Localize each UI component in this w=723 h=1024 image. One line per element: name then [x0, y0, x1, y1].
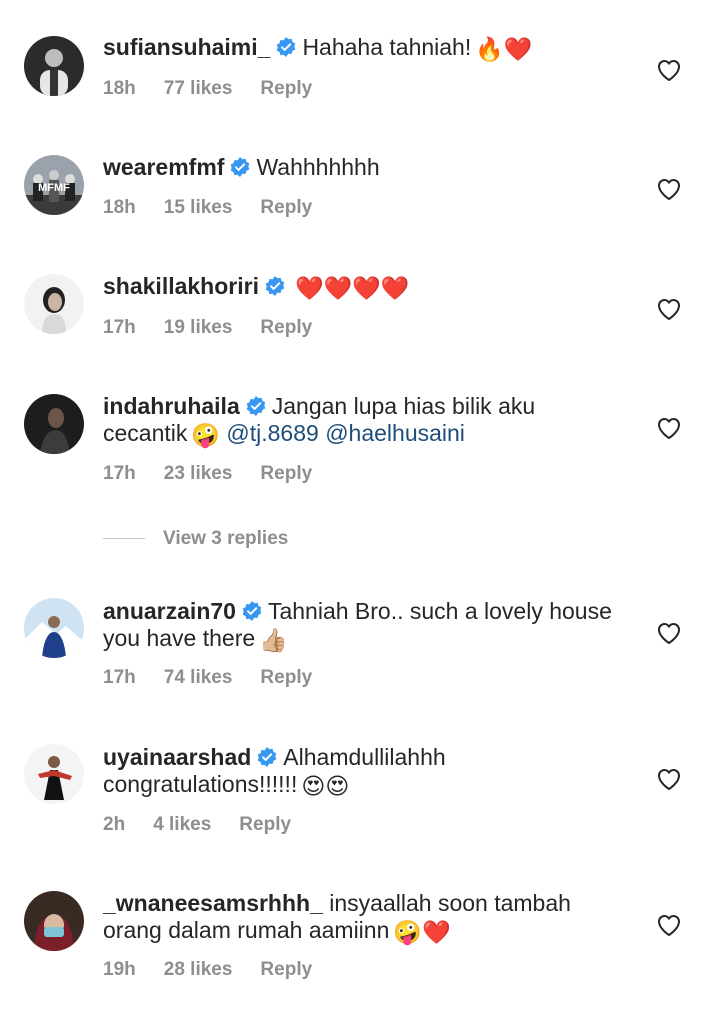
avatar-text: MFMF: [38, 182, 70, 194]
reply-button[interactable]: Reply: [239, 814, 291, 835]
heart-outline-icon[interactable]: [656, 297, 682, 321]
avatar[interactable]: [24, 274, 84, 334]
reply-button[interactable]: Reply: [260, 78, 312, 99]
view-replies-button[interactable]: View 3 replies: [103, 528, 288, 550]
heart-outline-icon[interactable]: [656, 58, 682, 82]
comment-emojis: 🔥❤️: [475, 36, 533, 62]
avatar[interactable]: [24, 36, 84, 96]
comment-time: 17h: [103, 667, 136, 688]
comment-time: 18h: [103, 197, 136, 218]
avatar[interactable]: MFMF: [24, 155, 84, 215]
avatar[interactable]: [24, 394, 84, 454]
comment-text: Hahaha tahniah!: [302, 34, 472, 60]
heart-outline-icon[interactable]: [656, 621, 682, 645]
reply-button[interactable]: Reply: [260, 959, 312, 980]
comment-time: 2h: [103, 814, 126, 835]
avatar[interactable]: [24, 744, 84, 804]
comment-body: indahruhaila Jangan lupa hias bilik aku c…: [103, 393, 623, 449]
comment-username[interactable]: shakillakhoriri: [103, 273, 259, 299]
verified-badge-icon: [230, 157, 250, 177]
comment-text: Wahhhhhhh: [256, 154, 380, 180]
comment-username[interactable]: _wnaneesamsrhhh_: [103, 890, 323, 916]
comment-body: _wnaneesamsrhhh_ insyaallah soon tambah …: [103, 890, 623, 946]
comment-meta: 18h 15 likes Reply: [103, 197, 340, 219]
comment-username[interactable]: sufiansuhaimi_: [103, 34, 270, 60]
comment-time: 19h: [103, 959, 136, 980]
comment-emojis: 😍😍: [301, 773, 350, 799]
verified-badge-icon: [265, 276, 285, 296]
comment-emojis: 👍🏼: [259, 627, 288, 653]
view-replies-label: View 3 replies: [163, 528, 289, 549]
verified-badge-icon: [276, 37, 296, 57]
heart-outline-icon[interactable]: [656, 767, 682, 791]
comment-mentions[interactable]: @tj.8689 @haelhusaini: [226, 420, 465, 446]
comment-emojis: 🤪: [191, 422, 221, 448]
heart-outline-icon[interactable]: [656, 177, 682, 201]
reply-button[interactable]: Reply: [260, 667, 312, 688]
comment-meta: 17h 74 likes Reply: [103, 667, 340, 689]
comment-username[interactable]: wearemfmf: [103, 154, 224, 180]
reply-button[interactable]: Reply: [260, 463, 312, 484]
comment-likes[interactable]: 74 likes: [164, 667, 233, 688]
heart-outline-icon[interactable]: [656, 913, 682, 937]
comment-likes[interactable]: 23 likes: [164, 463, 233, 484]
comment-likes[interactable]: 15 likes: [164, 197, 233, 218]
avatar[interactable]: [24, 598, 84, 658]
comment-meta: 17h 19 likes Reply: [103, 317, 340, 339]
verified-badge-icon: [242, 601, 262, 621]
comment-body: anuarzain70 Tahniah Bro.. such a lovely h…: [103, 598, 623, 654]
comment-meta: 17h 23 likes Reply: [103, 463, 340, 485]
comment-time: 17h: [103, 317, 136, 338]
heart-outline-icon[interactable]: [656, 416, 682, 440]
reply-button[interactable]: Reply: [260, 197, 312, 218]
comment-emojis: ❤️❤️❤️❤️: [294, 275, 410, 301]
comment-body: sufiansuhaimi_ Hahaha tahniah! 🔥❤️: [103, 34, 623, 63]
comment-body: uyainaarshad Alhamdullilahhh congratulati…: [103, 744, 623, 800]
comment-meta: 2h 4 likes Reply: [103, 814, 319, 836]
verified-badge-icon: [246, 396, 266, 416]
verified-badge-icon: [257, 747, 277, 767]
comment-emojis: 🤪❤️: [393, 919, 451, 945]
comment-body: shakillakhoriri ❤️❤️❤️❤️: [103, 273, 623, 302]
comment-meta: 19h 28 likes Reply: [103, 959, 340, 981]
avatar[interactable]: [24, 891, 84, 951]
comment-meta: 18h 77 likes Reply: [103, 78, 340, 100]
reply-button[interactable]: Reply: [260, 317, 312, 338]
comment-body: wearemfmf Wahhhhhhh: [103, 154, 623, 181]
comment-username[interactable]: indahruhaila: [103, 393, 240, 419]
comment-username[interactable]: uyainaarshad: [103, 744, 251, 770]
comment-likes[interactable]: 19 likes: [164, 317, 233, 338]
comment-likes[interactable]: 28 likes: [164, 959, 233, 980]
comment-time: 17h: [103, 463, 136, 484]
comment-likes[interactable]: 77 likes: [164, 78, 233, 99]
replies-divider: [103, 538, 145, 540]
comment-time: 18h: [103, 78, 136, 99]
comment-likes[interactable]: 4 likes: [153, 814, 211, 835]
comment-username[interactable]: anuarzain70: [103, 598, 236, 624]
